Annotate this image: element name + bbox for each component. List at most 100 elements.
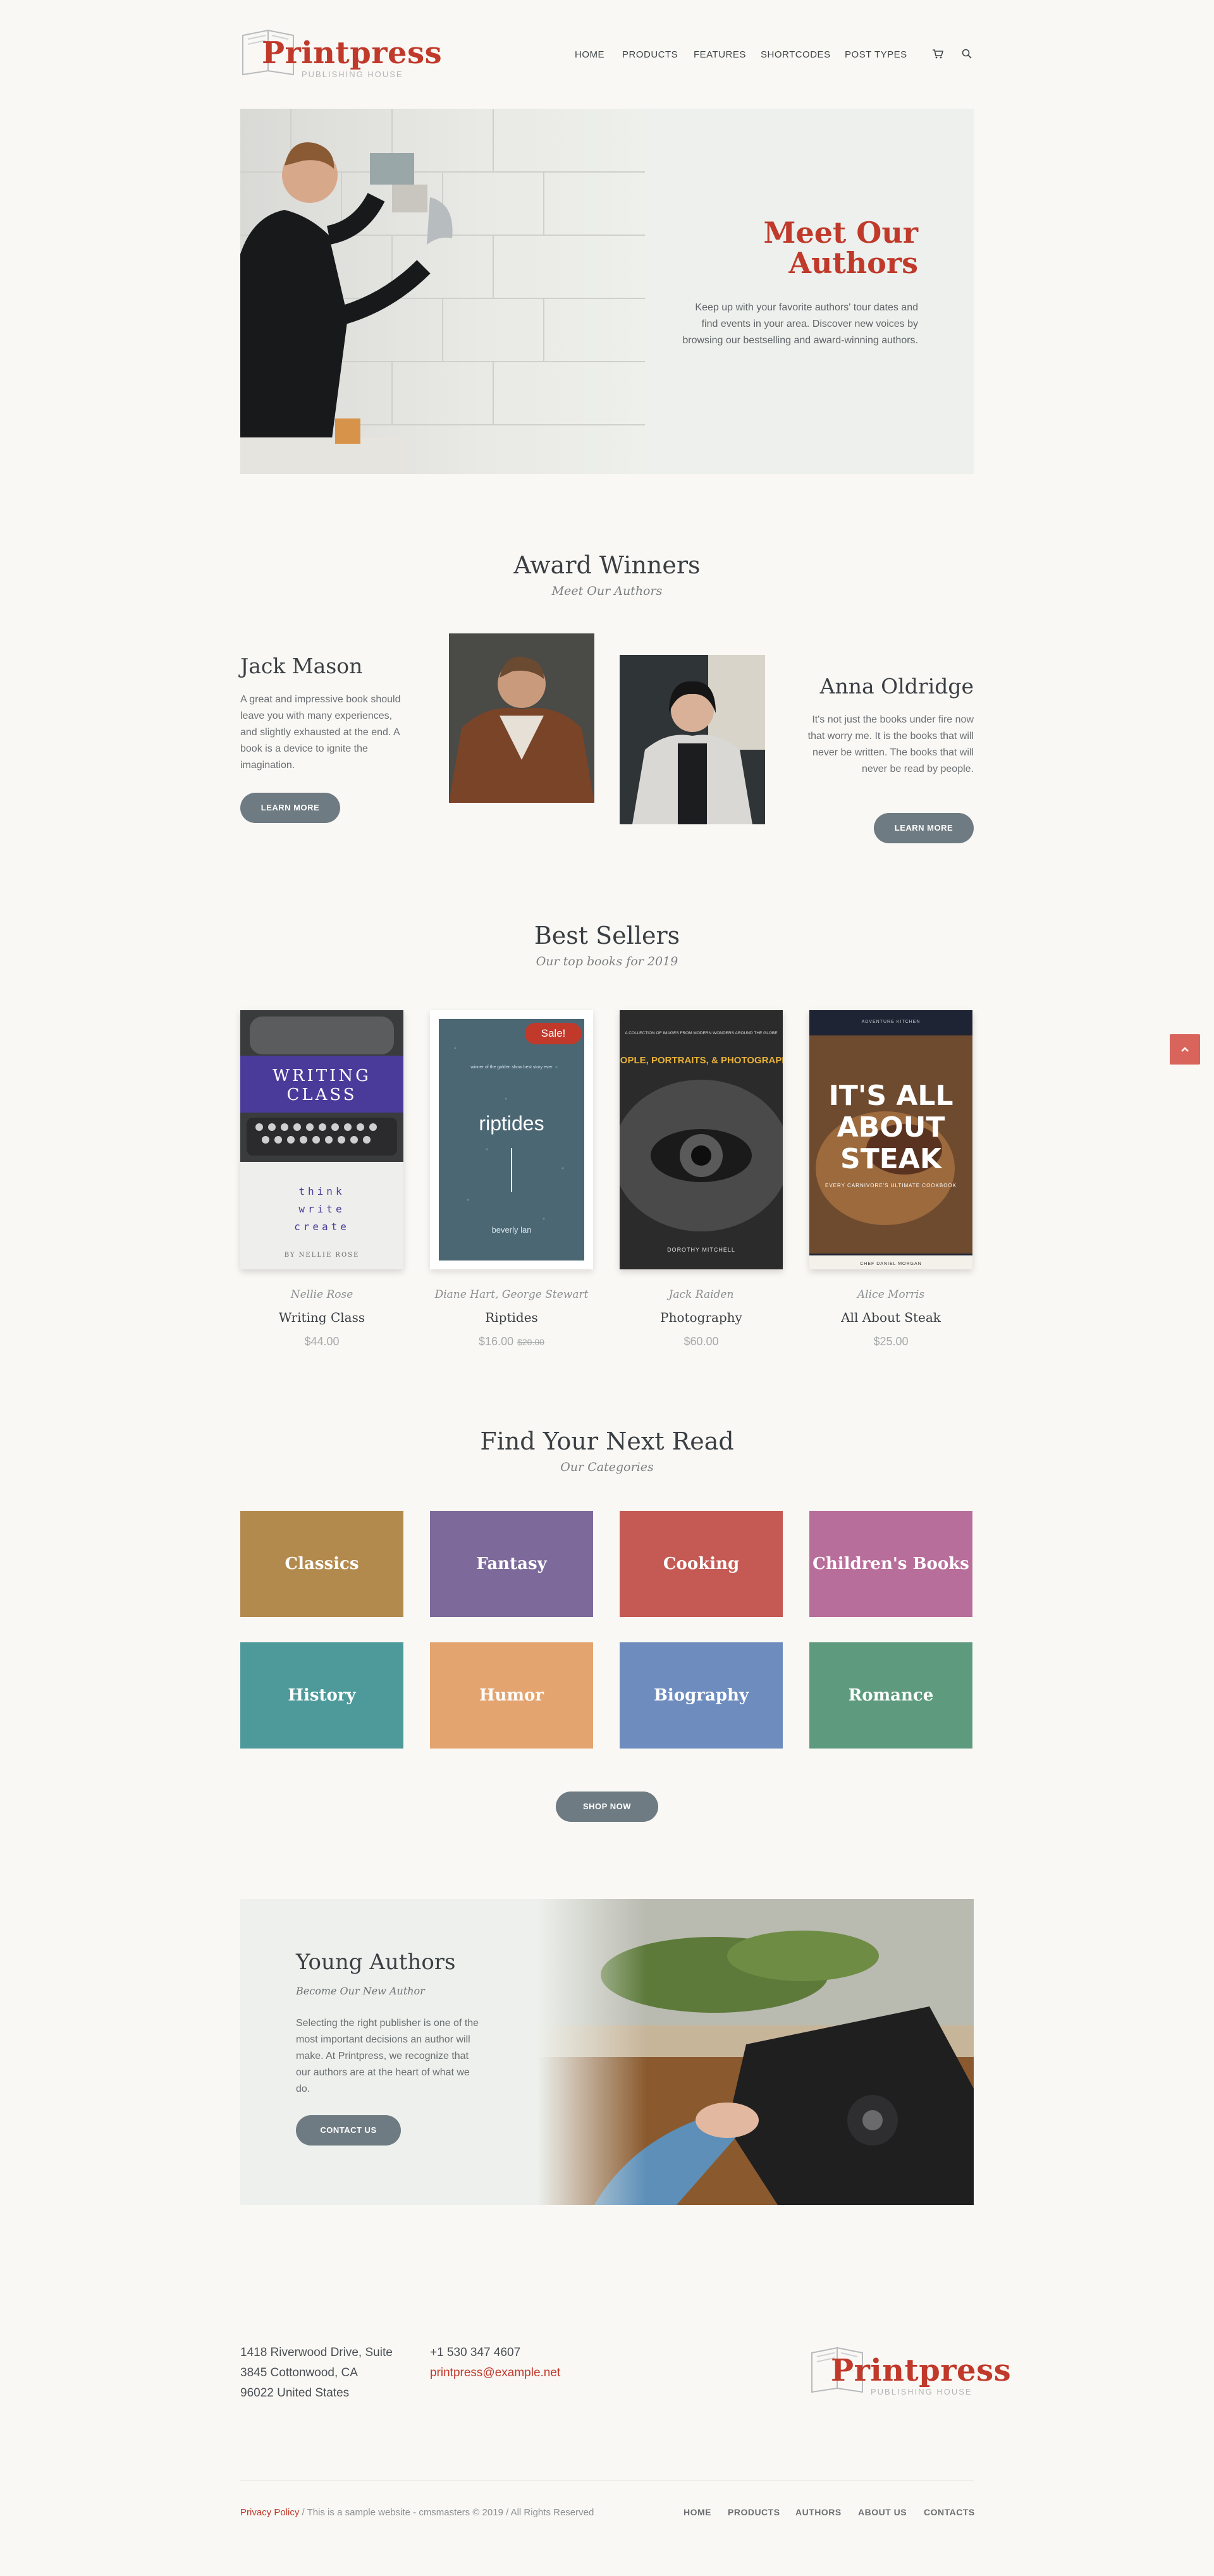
learn-more-button-right[interactable]: LEARN MORE [874,813,974,843]
categories-title: Find Your Next Read [480,1427,734,1455]
cover-title-3: STEAK [840,1143,943,1175]
category-cooking[interactable]: Cooking [620,1511,783,1617]
cover-author: CHEF DANIEL MORGAN [860,1262,921,1266]
price-old: $20.00 [517,1337,544,1347]
category-romance[interactable]: Romance [809,1642,972,1749]
book-cover[interactable]: winner of the golden show best story eve… [430,1010,593,1269]
young-authors-banner: Young Authors Become Our New Author Sele… [240,1899,974,2205]
learn-more-button-left[interactable]: LEARN MORE [240,793,340,823]
price-current: $44.00 [304,1335,340,1348]
hero-description: Keep up with your favorite authors' tour… [682,302,918,346]
footer-contacts: +1 530 347 4607 printpress@example.net [430,2343,560,2383]
footer-phone[interactable]: +1 530 347 4607 [430,2343,560,2363]
book-cover[interactable]: ADVENTURE KITCHEN IT'S ALL ABOUT STEAK E… [809,1010,972,1269]
cover-title-2: ABOUT [837,1111,945,1144]
book-card-steak[interactable]: ADVENTURE KITCHEN IT'S ALL ABOUT STEAK E… [809,1010,972,1364]
nav-shortcodes[interactable]: SHORTCODES [761,49,831,60]
logo-title: Printpress [262,35,443,71]
cover-author: beverly lan [492,1225,532,1235]
footer-address: 1418 Riverwood Drive, Suite 3845 Cottonw… [240,2346,393,2400]
nav-home[interactable]: HOME [575,49,604,60]
footer-logo-subtitle: PUBLISHING HOUSE [871,2387,972,2396]
book-author: Diane Hart, George Stewart [434,1288,589,1301]
footer-nav-contacts[interactable]: CONTACTS [924,2507,975,2517]
book-price: $60.00 [620,1335,783,1348]
typewriter-photo [537,1899,974,2205]
cover-title-1: IT'S ALL [829,1080,953,1112]
nav-post-types[interactable]: POST TYPES [845,49,907,60]
author-name-right: Anna Oldridge [819,674,974,699]
shop-now-button[interactable]: SHOP NOW [556,1792,658,1822]
author-portrait-jack [449,633,594,803]
search-icon[interactable] [961,48,972,59]
cover-author: DOROTHY MITCHELL [667,1247,735,1253]
footer-nav-authors[interactable]: AUTHORS [795,2507,842,2517]
logo[interactable]: Printpress PUBLISHING HOUSE [240,24,442,79]
awards-title: Award Winners [513,551,701,579]
book-author: Nellie Rose [290,1288,353,1301]
scroll-top-button[interactable] [1170,1034,1200,1065]
author-portrait-anna [620,655,765,824]
cover-blurb: ADVENTURE KITCHEN [862,1020,921,1024]
cover-tag-think: think [298,1185,345,1197]
cover-title: PEOPLE, PORTRAITS, & PHOTOGRAPHY [620,1055,783,1066]
price-current: $16.00 [479,1335,514,1348]
footer-nav-home[interactable]: HOME [684,2507,711,2517]
category-biography[interactable]: Biography [620,1642,783,1749]
category-childrens-books[interactable]: Children's Books [809,1511,972,1617]
young-authors-title: Young Authors [296,1950,456,1975]
awards-subtitle: Meet Our Authors [551,584,663,598]
book-price: $44.00 [240,1335,403,1348]
cover-title-bottom: CLASS [286,1085,357,1104]
sale-badge: Sale! [525,1023,582,1044]
author-photo-illustration [240,109,645,474]
author-name-left: Jack Mason [240,654,363,678]
cover-subtitle: EVERY CARNIVORE'S ULTIMATE COOKBOOK [825,1183,957,1188]
cover-tag-create: create [294,1221,350,1233]
chevron-up-icon [1181,1047,1189,1052]
privacy-policy-link[interactable]: Privacy Policy [240,2507,299,2518]
book-author: Jack Raiden [668,1288,734,1301]
categories-subtitle: Our Categories [560,1460,654,1474]
footer-email[interactable]: printpress@example.net [430,2363,560,2383]
book-author: Alice Morris [857,1288,925,1301]
book-card-photography[interactable]: A COLLECTION OF IMAGES FROM MODERN WONDE… [620,1010,783,1364]
book-title[interactable]: Writing Class [240,1310,403,1325]
nav-products[interactable]: PRODUCTS [622,49,678,60]
book-cover[interactable]: A COLLECTION OF IMAGES FROM MODERN WONDE… [620,1010,783,1269]
category-classics[interactable]: Classics [240,1511,403,1617]
book-card-riptides[interactable]: winner of the golden show best story eve… [430,1010,593,1364]
young-authors-text: Selecting the right publisher is one of … [296,2018,479,2094]
main-nav: HOME PRODUCTS FEATURES SHORTCODES POST T… [575,49,907,62]
book-card-writing-class[interactable]: WRITING CLASS think write create BY NELL… [240,1010,403,1364]
category-fantasy[interactable]: Fantasy [430,1511,593,1617]
price-current: $60.00 [684,1335,719,1348]
cover-title-top: WRITING [273,1066,371,1085]
hero-banner: Meet Our Authors Keep up with your favor… [240,109,974,474]
young-authors-subtitle: Become Our New Author [296,1985,425,1997]
nav-features[interactable]: FEATURES [694,49,746,60]
cover-tag-write: write [298,1203,345,1215]
footer-logo-title: Printpress [831,2353,1012,2388]
cover-title: riptides [479,1112,544,1135]
bestsellers-subtitle: Our top books for 2019 [536,955,678,968]
hero-title: Meet Our Authors [763,216,918,280]
book-title[interactable]: Photography [620,1310,783,1325]
cover-byline: BY NELLIE ROSE [285,1252,360,1259]
hero-photo [240,109,645,474]
footer-nav: HOME PRODUCTS AUTHORS ABOUT US CONTACTS [684,2507,974,2520]
book-price: $16.00 $20.00 [430,1335,593,1348]
category-history[interactable]: History [240,1642,403,1749]
book-price: $25.00 [809,1335,972,1348]
book-cover[interactable]: WRITING CLASS think write create BY NELL… [240,1010,403,1269]
footer-logo[interactable]: Printpress PUBLISHING HOUSE [809,2341,1011,2396]
footer-nav-about-us[interactable]: ABOUT US [858,2507,907,2517]
footer-nav-products[interactable]: PRODUCTS [728,2507,780,2517]
price-current: $25.00 [873,1335,909,1348]
category-humor[interactable]: Humor [430,1642,593,1749]
cover-blurb: A COLLECTION OF IMAGES FROM MODERN WONDE… [625,1031,778,1035]
book-title[interactable]: All About Steak [809,1310,972,1325]
contact-us-button[interactable]: CONTACT US [296,2115,401,2146]
cart-icon[interactable] [932,48,943,59]
book-title[interactable]: Riptides [430,1310,593,1325]
